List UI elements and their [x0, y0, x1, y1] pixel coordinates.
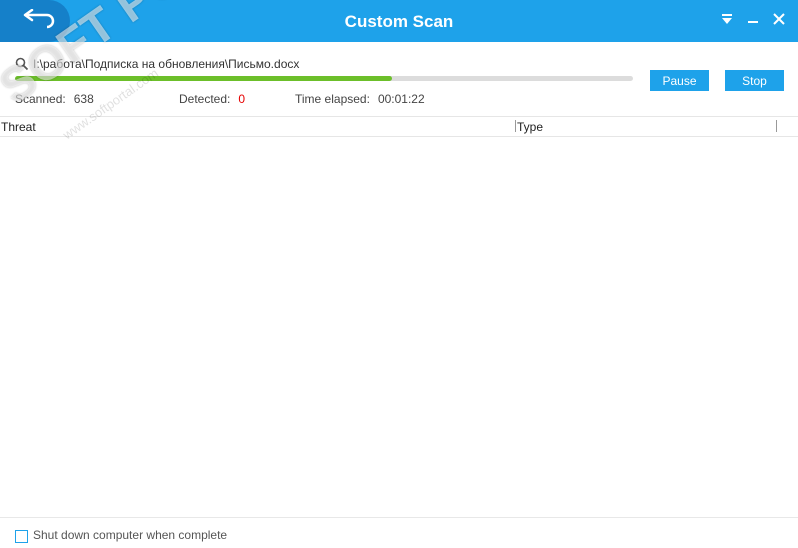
threat-table-header: Threat Type: [0, 117, 798, 137]
title-bar: Custom Scan: [0, 0, 798, 42]
detected-value: 0: [238, 92, 246, 106]
shutdown-label[interactable]: Shut down computer when complete: [33, 528, 227, 542]
window-title: Custom Scan: [344, 12, 454, 31]
scanned-value: 638: [73, 92, 94, 106]
footer-bar: Shut down computer when complete: [0, 517, 798, 548]
column-divider[interactable]: [776, 120, 777, 132]
current-file-path: I:\работа\Подписка на обновления\Письмо.…: [33, 57, 300, 71]
elapsed-stat: Time elapsed: 00:01:22: [295, 92, 425, 106]
close-button[interactable]: [768, 8, 790, 30]
column-header-threat[interactable]: Threat: [1, 120, 36, 134]
back-button[interactable]: [0, 0, 70, 42]
close-icon: [773, 13, 785, 25]
menu-dropdown-button[interactable]: [716, 8, 738, 30]
detected-stat: Detected: 0: [179, 92, 245, 106]
minimize-button[interactable]: [742, 8, 764, 30]
shutdown-checkbox[interactable]: [15, 530, 28, 543]
scanned-label: Scanned:: [15, 92, 66, 106]
column-header-type[interactable]: Type: [517, 120, 543, 134]
threat-list[interactable]: [0, 137, 798, 517]
scan-progress-fill: [15, 76, 392, 81]
scanned-stat: Scanned: 638: [15, 92, 94, 106]
search-icon: [15, 57, 29, 71]
elapsed-value: 00:01:22: [377, 92, 425, 106]
column-divider[interactable]: [515, 120, 516, 132]
back-arrow-icon: [23, 9, 55, 29]
pause-button[interactable]: Pause: [650, 70, 709, 91]
detected-label: Detected:: [179, 92, 231, 106]
scan-status-row: I:\работа\Подписка на обновления\Письмо.…: [15, 55, 299, 73]
minimize-icon: [748, 21, 758, 23]
stop-button[interactable]: Stop: [725, 70, 784, 91]
menu-dropdown-icon: [722, 14, 732, 24]
elapsed-label: Time elapsed:: [295, 92, 370, 106]
scan-progress-bar: [15, 76, 633, 81]
